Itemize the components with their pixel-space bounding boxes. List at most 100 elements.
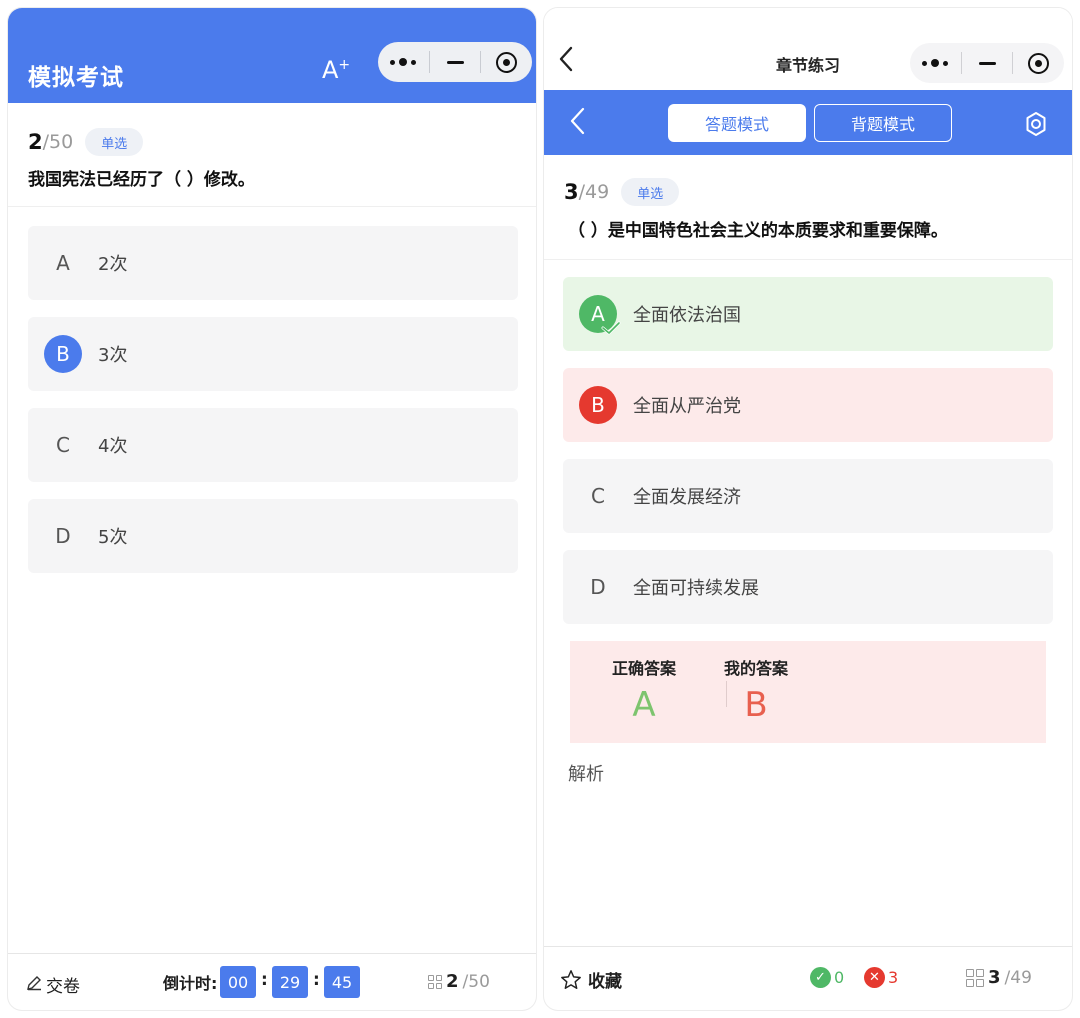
my-answer-label: 我的答案 [724,659,789,678]
option-c[interactable]: C 4次 [28,408,518,482]
edit-pencil-icon [26,974,43,996]
correct-answer-label: 正确答案 [612,659,677,678]
submit-label: 交卷 [46,977,80,997]
question-type-badge: 单选 [621,178,680,206]
option-c[interactable]: C 全面发展经济 [563,459,1053,533]
my-answer-column: 我的答案 B [724,655,788,725]
tab-recite-mode[interactable]: 背题模式 [814,104,952,142]
option-letter: C [56,433,70,457]
option-d[interactable]: D 全面可持续发展 [563,550,1053,624]
question-current: 2 [28,130,43,154]
option-letter: A [56,251,70,275]
question-total: /49 [578,181,610,203]
question-progress-button[interactable]: 3/49 [966,967,1032,988]
more-button[interactable] [378,42,429,82]
settings-gear-icon [1026,112,1046,136]
option-letter: C [591,484,605,508]
option-text: 全面发展经济 [633,487,741,508]
option-text: 3次 [98,345,128,366]
minimize-icon [446,60,464,64]
more-dots-icon [390,58,417,66]
grid-icon [428,974,442,989]
grid-icon [966,968,984,987]
bottom-bar: 交卷 倒计时: 00 : 29 : 45 2/50 [8,953,536,1010]
option-a-correct[interactable]: A 全面依法治国 [563,277,1053,351]
divider [8,206,536,207]
option-a[interactable]: A 2次 [28,226,518,300]
divider [544,259,1072,260]
option-letter-wrong: B [579,386,617,424]
mode-toolbar: 答题模式 背题模式 [544,90,1072,155]
option-text: 全面依法治国 [633,305,741,326]
header-bar: 模拟考试 A+ [8,8,536,103]
option-letter-correct: A [579,295,621,335]
progress-total: /49 [1004,967,1032,988]
option-letter: D [590,575,606,599]
correct-answer-value: A [632,685,656,725]
question-type-badge: 单选 [85,128,144,156]
analysis-heading: 解析 [568,764,604,785]
check-mark-icon [601,321,621,335]
question-header: 3 /49 单选 [564,178,680,206]
option-text: 全面从严治党 [633,396,741,417]
check-circle-icon: ✓ [810,967,831,988]
option-text: 4次 [98,436,128,457]
option-letter-selected: B [44,335,82,373]
correct-count-value: 0 [834,968,845,987]
close-button[interactable] [1013,43,1064,83]
settings-button[interactable] [1022,110,1050,142]
option-text: 2次 [98,254,128,275]
tab-answer-mode[interactable]: 答题模式 [668,104,806,142]
countdown-hours: 00 [220,966,256,998]
question-current: 3 [564,180,579,204]
countdown-seconds: 45 [324,966,360,998]
countdown-minutes: 29 [272,966,308,998]
wrong-count: ✕ 3 [864,967,898,988]
previous-button[interactable] [568,106,586,140]
chapter-practice-screen: 章节练习 答题模式 背题模式 3 /49 单选 （ ）是中国特色社会主义的本质要… [544,8,1072,1010]
page-title: 模拟考试 [28,65,124,91]
option-d[interactable]: D 5次 [28,499,518,573]
submit-exam-button[interactable]: 交卷 [26,972,80,997]
option-text: 5次 [98,527,128,548]
font-size-label: A [322,56,339,84]
close-target-icon [1028,52,1050,74]
option-b-wrong[interactable]: B 全面从严治党 [563,368,1053,442]
bottom-bar: 收藏 ✓ 0 ✕ 3 3/49 [544,946,1072,1010]
question-text: 我国宪法已经历了（ ）修改。 [28,170,255,190]
miniprogram-capsule [910,43,1064,83]
close-button[interactable] [481,42,532,82]
correct-count: ✓ 0 [810,967,844,988]
star-icon [561,969,581,989]
answer-result-card: 正确答案 A 我的答案 B [570,641,1046,743]
question-progress-button[interactable]: 2/50 [428,971,490,992]
wrong-count-value: 3 [888,968,899,987]
progress-current: 3 [988,967,1001,988]
more-button[interactable] [910,43,961,83]
close-target-icon [496,51,518,73]
countdown-colon: : [261,970,268,990]
question-text: （ ）是中国特色社会主义的本质要求和重要保障。 [568,221,948,241]
countdown-label: 倒计时: [163,974,218,993]
font-size-plus: + [338,57,351,73]
favorite-button[interactable]: 收藏 [560,967,622,992]
countdown-colon: : [313,970,320,990]
miniprogram-capsule [378,42,532,82]
progress-current: 2 [446,971,459,992]
font-size-button[interactable]: A+ [322,56,350,84]
more-dots-icon [922,59,949,67]
x-circle-icon: ✕ [864,967,885,988]
correct-answer-column: 正确答案 A [612,655,676,725]
question-total: /50 [42,131,74,153]
minimize-icon [978,61,996,65]
minimize-button[interactable] [962,43,1013,83]
option-letter: D [55,524,71,548]
minimize-button[interactable] [430,42,481,82]
progress-total: /50 [462,971,490,992]
mock-exam-screen: 模拟考试 A+ 2 /50 单选 我国宪法已经历了（ ）修改。 A 2次 B 3… [8,8,536,1010]
option-b[interactable]: B 3次 [28,317,518,391]
my-answer-value: B [744,685,768,725]
question-header: 2 /50 单选 [28,128,144,156]
favorite-label: 收藏 [588,972,622,992]
nav-bar: 章节练习 [544,8,1072,90]
